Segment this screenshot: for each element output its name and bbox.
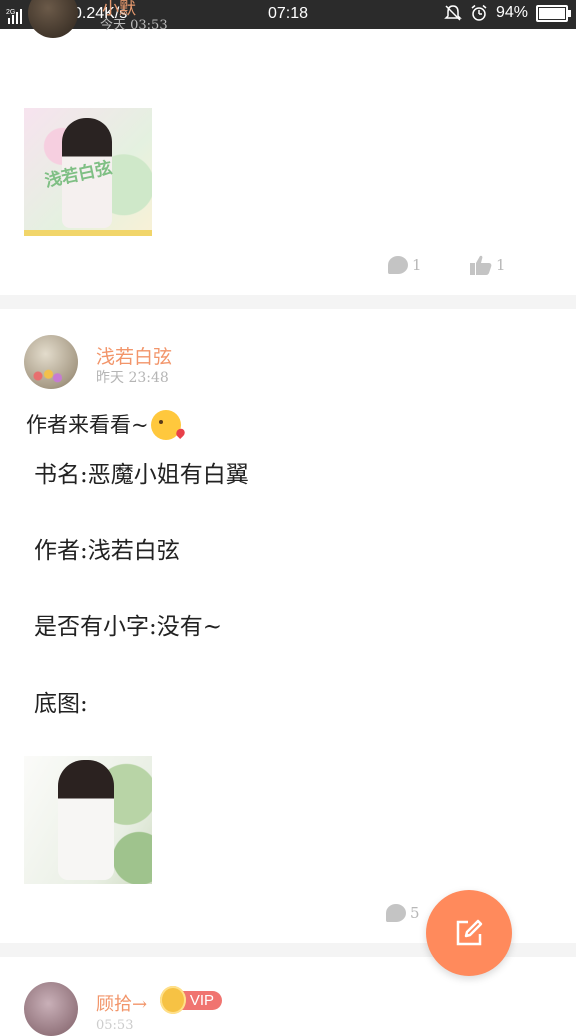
- comment-icon: [386, 904, 406, 922]
- notifications-off-icon: [444, 5, 462, 21]
- alarm-icon: [471, 4, 487, 21]
- previous-post-comment-button[interactable]: 1: [388, 256, 422, 274]
- post-line-book-title: 书名:恶魔小姐有白翼: [34, 462, 249, 488]
- author-avatar[interactable]: [24, 335, 78, 389]
- crown-icon: [160, 986, 186, 1014]
- status-icons: 94%: [444, 4, 571, 22]
- post-line-author: 作者:浅若白弦: [34, 538, 180, 564]
- thumbs-up-icon: [470, 255, 492, 275]
- previous-post-avatar[interactable]: [28, 0, 78, 38]
- previous-post-image[interactable]: 浅若白弦: [24, 108, 152, 236]
- post-time: 昨天 23:48: [96, 370, 169, 386]
- edit-icon: [456, 919, 483, 946]
- compose-button[interactable]: [426, 890, 512, 976]
- post-line-background: 底图:: [34, 691, 88, 717]
- author-name[interactable]: 浅若白弦: [96, 342, 172, 369]
- previous-post-comment-count: 1: [412, 256, 422, 274]
- previous-post-time: 今天 03:53: [100, 18, 168, 33]
- battery-icon: [536, 4, 571, 22]
- battery-percent: 94%: [495, 4, 528, 21]
- previous-post-like-button[interactable]: 1: [470, 255, 506, 275]
- post-image[interactable]: [24, 756, 152, 884]
- status-bar: 2G 4G 4G 0.24K/s 07:18 94%: [0, 0, 576, 29]
- post-intro: 作者来看看~: [26, 406, 181, 444]
- post-intro-text: 作者来看看~: [26, 413, 149, 437]
- vip-badge: VIP: [160, 986, 222, 1014]
- post-line-small-text: 是否有小字:没有~: [34, 614, 223, 640]
- post-comment-count: 5: [410, 904, 420, 922]
- next-post-author[interactable]: 顾拾→: [96, 990, 147, 1016]
- next-post-time: 05:53: [96, 1018, 134, 1033]
- next-post-avatar[interactable]: [24, 982, 78, 1036]
- post-separator: [0, 295, 576, 309]
- comment-icon: [388, 256, 408, 274]
- previous-post-like-count: 1: [496, 256, 506, 274]
- kissing-face-emoji-icon: [150, 410, 181, 440]
- post-comment-button[interactable]: 5: [386, 904, 420, 922]
